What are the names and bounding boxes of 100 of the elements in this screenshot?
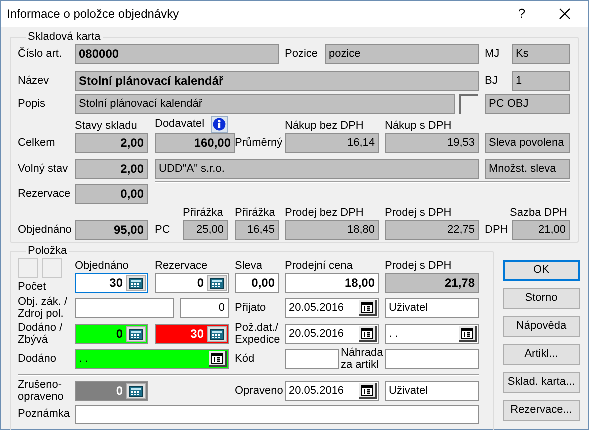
- column-header: Stavy skladu: [75, 120, 138, 133]
- input-field[interactable]: 160,00: [155, 133, 235, 153]
- calendar-icon: [211, 352, 223, 364]
- info-icon: [212, 118, 226, 131]
- column-header: Objednáno: [75, 260, 130, 273]
- calendar-icon: [361, 328, 373, 338]
- input-field[interactable]: Sleva povolena: [485, 133, 570, 153]
- calculator-button[interactable]: [126, 326, 146, 342]
- field-label: Dodáno: [18, 352, 58, 367]
- calendar-button[interactable]: [359, 300, 377, 316]
- date-field[interactable]: 20.05.2016: [285, 298, 379, 318]
- input-field[interactable]: Množst. sleva: [485, 159, 570, 179]
- column-header: Nákup s DPH: [385, 120, 453, 133]
- input-field[interactable]: 21,00: [512, 220, 570, 240]
- input-field[interactable]: 0: [155, 273, 229, 293]
- input-field[interactable]: [285, 349, 339, 369]
- input-field[interactable]: Ks: [512, 44, 570, 64]
- input-field[interactable]: Stolní plánovací kalendář: [75, 71, 479, 91]
- dialog-button[interactable]: Sklad. karta...: [503, 372, 580, 393]
- info-button[interactable]: [210, 116, 228, 133]
- field-label: Náhrada za artikl: [341, 347, 384, 371]
- input-field[interactable]: 0,00: [75, 184, 148, 204]
- column-header: Nákup bez DPH: [285, 120, 365, 133]
- calendar-button[interactable]: [359, 326, 377, 342]
- field-label: Dodáno / Zbývá: [18, 322, 64, 346]
- input-field[interactable]: 18,80: [285, 220, 379, 240]
- input-field[interactable]: UDD"A" s.r.o.: [155, 159, 479, 179]
- input-field[interactable]: 1: [512, 71, 570, 91]
- input-field[interactable]: 95,00: [75, 220, 148, 240]
- field-label: Obj. zák. / Zdroj pol.: [18, 296, 69, 320]
- input-field[interactable]: 16,14: [285, 133, 379, 153]
- window-title: Informace o položce objednávky: [6, 6, 180, 23]
- field-label: Kód: [235, 352, 256, 367]
- field-label: Pozice: [285, 46, 320, 62]
- input-field[interactable]: 21,78: [385, 273, 479, 293]
- column-header: Prodej bez DPH: [285, 207, 365, 220]
- input-field[interactable]: 19,53: [385, 133, 479, 153]
- calendar-icon: [361, 302, 373, 312]
- input-field[interactable]: [75, 405, 479, 424]
- date-field[interactable]: . .: [385, 324, 479, 344]
- dialog-button[interactable]: Storno: [503, 288, 580, 309]
- input-field[interactable]: 2,00: [75, 133, 148, 153]
- field-label: Název: [18, 74, 50, 89]
- column-header: Sleva: [235, 260, 264, 273]
- input-field[interactable]: Stolní plánovací kalendář: [75, 94, 455, 114]
- input-field[interactable]: 0,00: [235, 273, 279, 293]
- input-field[interactable]: Uživatel: [385, 298, 479, 318]
- dialog-button[interactable]: Artikl...: [503, 344, 580, 365]
- calendar-button[interactable]: [459, 326, 477, 342]
- calculator-button[interactable]: [207, 326, 227, 342]
- input-field[interactable]: 2,00: [75, 159, 148, 179]
- column-header: Prodej s DPH: [385, 260, 453, 273]
- column-header: Přirážka: [235, 207, 276, 220]
- help-button[interactable]: ?: [502, 1, 542, 27]
- input-field[interactable]: 25,00: [183, 220, 228, 240]
- field-label: Objednáno: [18, 222, 73, 238]
- field-label: PC: [155, 222, 172, 238]
- dialog-button[interactable]: OK: [503, 260, 580, 281]
- calculator-icon: [210, 328, 224, 340]
- field-label: Přijato: [235, 300, 268, 316]
- field-label: Volný stav: [18, 162, 70, 177]
- field-label: Číslo art.: [18, 46, 64, 62]
- field-label: BJ: [485, 74, 499, 89]
- input-field[interactable]: pozice: [325, 44, 479, 64]
- date-field[interactable]: 20.05.2016: [285, 381, 379, 401]
- field-label: Celkem: [18, 136, 56, 151]
- input-field[interactable]: 18,00: [285, 273, 379, 293]
- field-label: Popis: [18, 96, 47, 112]
- calculator-button[interactable]: [207, 275, 227, 291]
- field-label: Počet: [18, 280, 48, 295]
- calendar-button[interactable]: [359, 383, 377, 399]
- date-field[interactable]: 20.05.2016: [285, 324, 379, 344]
- input-field[interactable]: [385, 349, 479, 369]
- column-header: Prodej s DPH: [385, 207, 453, 220]
- dialog-button[interactable]: Nápověda: [503, 316, 580, 337]
- field-label: Rezervace: [18, 186, 72, 202]
- field-label: MJ: [485, 46, 501, 62]
- calculator-icon: [129, 328, 143, 340]
- field-label: Opraveno: [235, 384, 284, 399]
- input-field[interactable]: 0: [180, 298, 229, 318]
- column-header: Přirážka: [183, 207, 224, 220]
- input-field[interactable]: PC OBJ: [485, 94, 570, 114]
- input-field[interactable]: 080000: [75, 44, 279, 64]
- calendar-icon: [361, 384, 373, 396]
- input-field[interactable]: Uživatel: [385, 381, 479, 401]
- input-field[interactable]: 30: [155, 324, 229, 344]
- column-header: Sazba DPH: [510, 207, 568, 220]
- input-field[interactable]: 16,45: [235, 220, 279, 240]
- dialog-button[interactable]: Rezervace...: [503, 400, 580, 421]
- close-icon: [559, 8, 571, 20]
- date-field[interactable]: . .: [75, 349, 229, 369]
- group-label: Skladová karta: [27, 31, 102, 44]
- indicator-box: [42, 258, 62, 278]
- input-field[interactable]: 30: [75, 273, 148, 293]
- field-label: Průměrný: [235, 136, 284, 151]
- calendar-button[interactable]: [209, 351, 227, 367]
- input-field[interactable]: 22,75: [385, 220, 479, 240]
- input-field[interactable]: 0: [75, 324, 148, 344]
- input-field[interactable]: [75, 298, 174, 318]
- calculator-button[interactable]: [126, 275, 146, 291]
